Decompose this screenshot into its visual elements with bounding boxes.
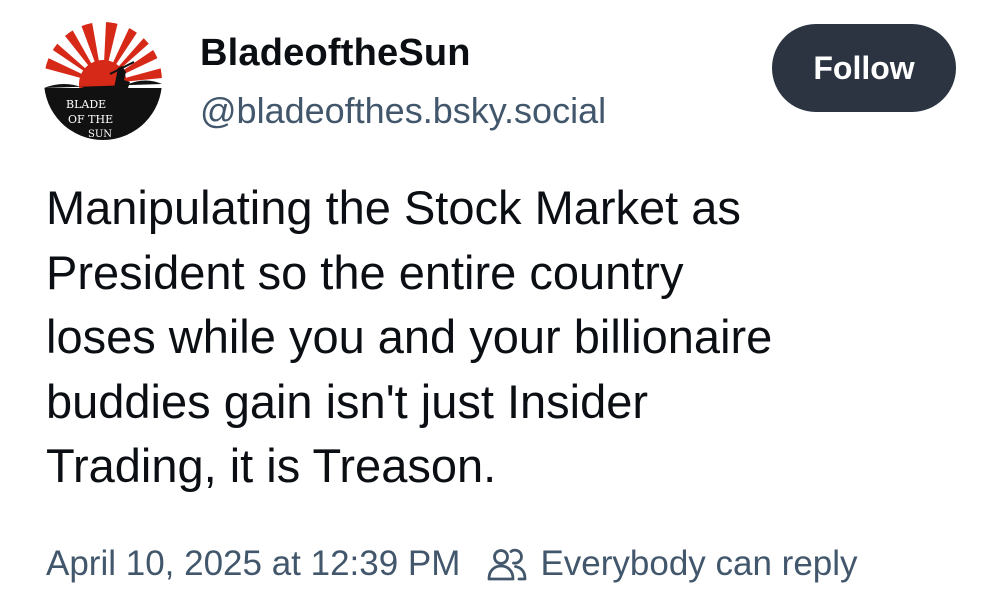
avatar-logo-text-1: BLADE (66, 98, 106, 111)
author-display-name[interactable]: BladeoftheSun (200, 30, 471, 76)
avatar-logo-text-2: OF THE (68, 113, 113, 126)
people-icon (488, 548, 527, 581)
post-text: Manipulating the Stock Market as Preside… (46, 181, 773, 492)
post-card: BLADE OF THE SUN BladeoftheSun @bladeoft… (0, 0, 1000, 591)
avatar[interactable]: BLADE OF THE SUN (44, 22, 162, 140)
post-meta: April 10, 2025 at 12:39 PM Everybody can… (46, 541, 858, 587)
rising-sun-logo-icon: BLADE OF THE SUN (44, 22, 162, 140)
avatar-logo-text-3: SUN (88, 129, 112, 140)
reply-setting[interactable]: Everybody can reply (486, 544, 858, 584)
reply-setting-label: Everybody can reply (540, 544, 858, 583)
follow-button[interactable]: Follow (772, 24, 956, 112)
author-handle[interactable]: @bladeofthes.bsky.social (200, 89, 606, 133)
post-timestamp[interactable]: April 10, 2025 at 12:39 PM (46, 544, 460, 584)
